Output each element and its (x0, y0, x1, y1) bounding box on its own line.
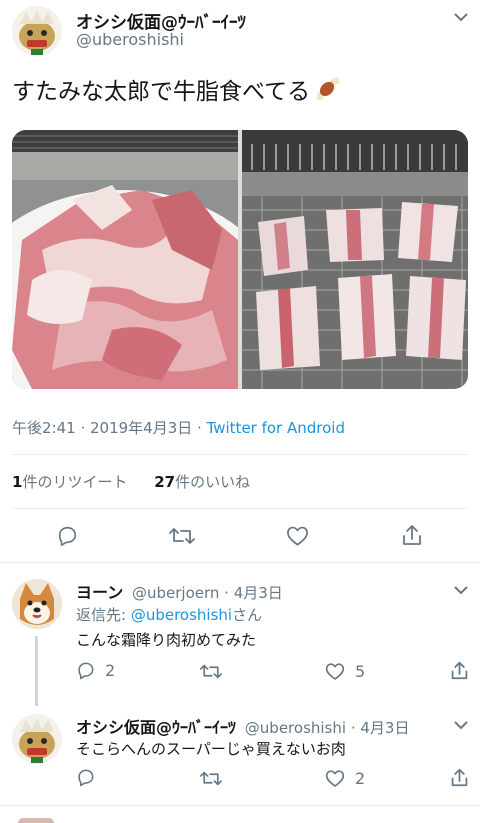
retweet-icon[interactable] (169, 525, 195, 547)
meat-on-bone-icon (314, 75, 342, 103)
share-icon[interactable] (450, 767, 469, 788)
share-icon[interactable] (401, 523, 423, 547)
reply-count: 2 (105, 661, 116, 680)
divider (0, 562, 480, 563)
chevron-down-icon[interactable] (454, 12, 468, 22)
tweet-timestamp[interactable]: 午後2:41 · 2019年4月3日 · (12, 419, 207, 437)
retweet-count: 1 (12, 473, 23, 491)
like-count: 2 (355, 769, 366, 788)
retweet-icon[interactable] (200, 769, 230, 788)
tweet-text-row: すたみな太郎で牛脂食べてる (12, 72, 342, 106)
reply-text: そこらへんのスーパーじゃ買えないお肉 (76, 740, 346, 758)
author-handle[interactable]: @uberoshishi (76, 30, 184, 49)
reply-to-prefix: 返信先: (76, 606, 131, 624)
reply-to-mention[interactable]: @uberoshishi (131, 606, 232, 624)
retweet-stat[interactable]: 1件のリツイート (12, 473, 132, 491)
reply-display-name[interactable]: オシシ仮面@ｳｰﾊﾞｰｲｰﾂ (76, 718, 236, 737)
reply-header: ヨーン @uberjoern · 4月3日 (76, 579, 283, 603)
next-reply-avatar-edge (18, 818, 54, 823)
retweet-icon[interactable] (200, 662, 230, 681)
like-label: 件のいいね (175, 473, 251, 491)
like-count: 27 (154, 473, 176, 491)
divider (12, 508, 468, 509)
tweet-text: すたみな太郎で牛脂食べてる (12, 79, 311, 105)
chevron-down-icon[interactable] (454, 720, 468, 730)
chevron-down-icon[interactable] (454, 585, 468, 595)
reply-icon[interactable] (56, 525, 78, 547)
tweet-stats: 1件のリツイート 27件のいいね (12, 471, 250, 492)
photo-raw-meat-plate[interactable] (12, 130, 282, 389)
reply-handle[interactable]: @uberjoern · 4月3日 (132, 584, 283, 602)
reply-to-line: 返信先: @uberoshishiさん (76, 604, 262, 625)
author-avatar[interactable] (12, 6, 62, 56)
like-icon[interactable]: 2 (325, 769, 365, 788)
thread-line (35, 636, 38, 706)
reply-display-name[interactable]: ヨーン (76, 583, 123, 602)
share-icon[interactable] (450, 660, 469, 681)
like-stat[interactable]: 27件のいいね (154, 473, 250, 491)
divider (12, 454, 468, 455)
reply-author-avatar[interactable] (12, 714, 62, 764)
like-icon[interactable]: 5 (325, 662, 365, 681)
tweet-source-link[interactable]: Twitter for Android (207, 419, 345, 437)
media-grid (12, 130, 468, 389)
like-count: 5 (355, 662, 366, 681)
reply-header: オシシ仮面@ｳｰﾊﾞｰｲｰﾂ @uberoshishi · 4月3日 (76, 714, 409, 738)
reply-icon[interactable] (76, 768, 105, 787)
retweet-label: 件のリツイート (22, 473, 128, 491)
reply-to-suffix: さん (232, 606, 263, 624)
like-icon[interactable] (286, 525, 309, 547)
tweet-meta: 午後2:41 · 2019年4月3日 · Twitter for Android (12, 417, 345, 438)
reply-icon[interactable]: 2 (76, 661, 115, 680)
divider (0, 805, 480, 806)
reply-handle[interactable]: @uberoshishi · 4月3日 (245, 719, 410, 737)
photo-meat-on-grill[interactable] (242, 130, 468, 389)
reply-text: こんな霜降り肉初めてみた (76, 631, 257, 649)
reply-avatar-shiba[interactable] (12, 579, 62, 629)
